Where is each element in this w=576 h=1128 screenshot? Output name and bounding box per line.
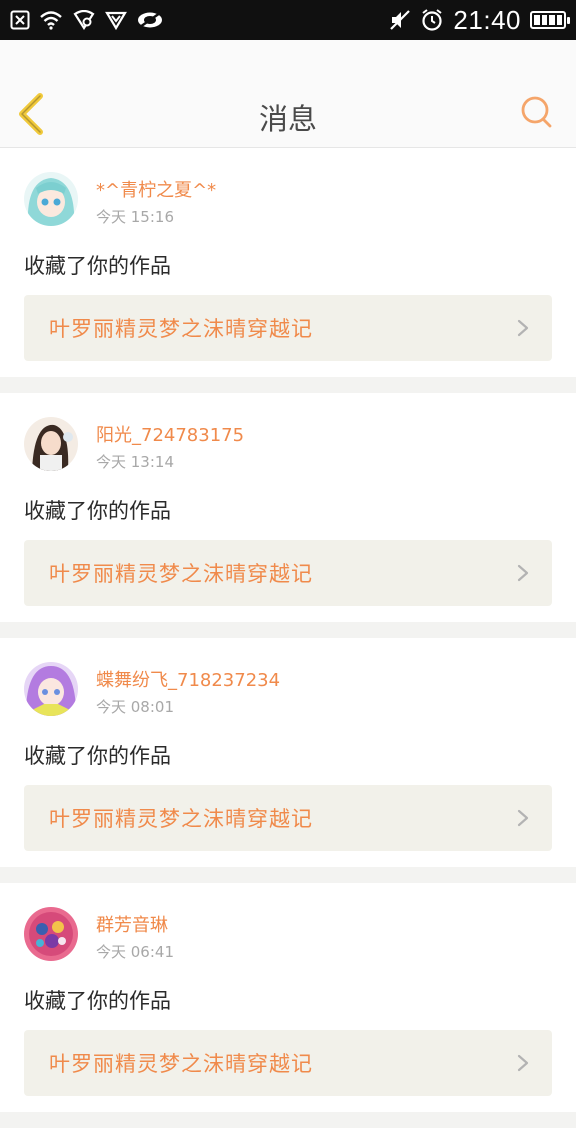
message-time: 今天 15:16 xyxy=(96,208,174,226)
work-title: 叶罗丽精灵梦之沫晴穿越记 xyxy=(49,1052,313,1076)
chevron-right-icon xyxy=(517,1054,529,1072)
avatar[interactable] xyxy=(24,417,78,471)
message-card: 蝶舞纷飞_718237234 今天 08:01 收藏了你的作品 叶罗丽精灵梦之沫… xyxy=(0,638,576,867)
action-text: 收藏了你的作品 xyxy=(24,499,171,523)
avatar[interactable] xyxy=(24,907,78,961)
work-link[interactable]: 叶罗丽精灵梦之沫晴穿越记 xyxy=(24,1030,552,1096)
message-list: *^青柠之夏^* 今天 15:16 收藏了你的作品 叶罗丽精灵梦之沫晴穿越记 阳… xyxy=(0,148,576,1128)
notification-dismiss-icon xyxy=(10,10,30,30)
battery-icon xyxy=(530,11,570,29)
work-link[interactable]: 叶罗丽精灵梦之沫晴穿越记 xyxy=(24,295,552,361)
search-button[interactable] xyxy=(520,95,554,131)
action-text: 收藏了你的作品 xyxy=(24,744,171,768)
avatar[interactable] xyxy=(24,662,78,716)
action-text: 收藏了你的作品 xyxy=(24,254,171,278)
avatar[interactable] xyxy=(24,172,78,226)
username[interactable]: *^青柠之夏^* xyxy=(96,176,216,202)
chevron-right-icon xyxy=(517,564,529,582)
message-card: *^青柠之夏^* 今天 15:16 收藏了你的作品 叶罗丽精灵梦之沫晴穿越记 xyxy=(0,148,576,377)
message-card: 阳光_724783175 今天 13:14 收藏了你的作品 叶罗丽精灵梦之沫晴穿… xyxy=(0,393,576,622)
message-time: 今天 13:14 xyxy=(96,453,174,471)
page-title: 消息 xyxy=(258,102,317,136)
signal-icon xyxy=(72,10,96,30)
action-text: 收藏了你的作品 xyxy=(24,989,171,1013)
shield-icon xyxy=(105,10,127,30)
username[interactable]: 阳光_724783175 xyxy=(96,421,244,447)
status-time: 21:40 xyxy=(453,4,521,35)
alarm-icon xyxy=(420,8,444,32)
app-header: 消息 xyxy=(0,40,576,148)
eye-icon xyxy=(136,10,164,30)
wifi-icon xyxy=(39,10,63,30)
work-link[interactable]: 叶罗丽精灵梦之沫晴穿越记 xyxy=(24,540,552,606)
status-bar-right: 21:40 xyxy=(389,4,570,36)
message-time: 今天 06:41 xyxy=(96,943,174,961)
chevron-right-icon xyxy=(517,809,529,827)
username[interactable]: 蝶舞纷飞_718237234 xyxy=(96,666,280,692)
work-link[interactable]: 叶罗丽精灵梦之沫晴穿越记 xyxy=(24,785,552,851)
status-bar-left xyxy=(10,10,164,30)
username[interactable]: 群芳音琳 xyxy=(96,911,168,937)
search-icon xyxy=(521,96,552,128)
work-title: 叶罗丽精灵梦之沫晴穿越记 xyxy=(49,562,313,586)
message-time: 今天 08:01 xyxy=(96,698,174,716)
mute-icon xyxy=(389,9,411,31)
status-bar: 21:40 xyxy=(0,0,576,40)
chevron-right-icon xyxy=(517,319,529,337)
work-title: 叶罗丽精灵梦之沫晴穿越记 xyxy=(49,317,313,341)
message-card: 群芳音琳 今天 06:41 收藏了你的作品 叶罗丽精灵梦之沫晴穿越记 xyxy=(0,883,576,1112)
work-title: 叶罗丽精灵梦之沫晴穿越记 xyxy=(49,807,313,831)
